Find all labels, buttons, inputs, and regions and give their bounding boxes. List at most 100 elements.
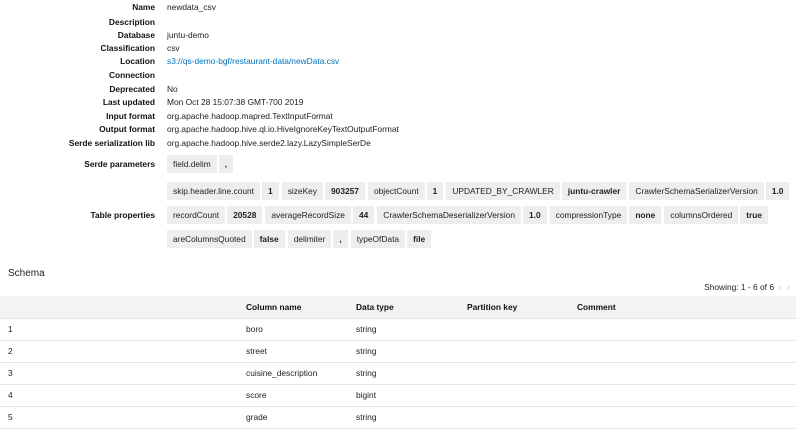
property-key: UPDATED_BY_CRAWLER xyxy=(446,182,560,200)
property-key: averageRecordSize xyxy=(265,206,351,224)
property-key: field.delim xyxy=(167,155,217,173)
property-key: skip.header.line.count xyxy=(167,182,261,200)
schema-table: Column name Data type Partition key Comm… xyxy=(0,296,796,429)
property-value: 1.0 xyxy=(765,182,790,200)
property-tag: compressionType none xyxy=(549,206,662,224)
property-tag: CrawlerSchemaSerializerVersion 1.0 xyxy=(629,182,790,200)
detail-label: Output format xyxy=(99,124,155,134)
property-key: CrawlerSchemaSerializerVersion xyxy=(629,182,764,200)
property-value: true xyxy=(740,206,769,224)
detail-row: Classification csv xyxy=(0,43,800,56)
property-tag: sizeKey 903257 xyxy=(281,182,365,200)
property-key: sizeKey xyxy=(281,182,324,200)
property-tag: field.delim, xyxy=(167,155,234,173)
detail-label: Description xyxy=(108,17,155,27)
table-properties-line: areColumnsQuoted false delimiter, typeOfDat… xyxy=(167,230,434,248)
detail-label: Input format xyxy=(106,111,155,121)
detail-row: Name newdata_csv xyxy=(0,2,800,15)
detail-value: No xyxy=(167,84,178,94)
property-key: CrawlerSchemaDeserializerVersion xyxy=(377,206,522,224)
detail-row: Location s3://qs-demo-bgf/restaurant-data… xyxy=(0,56,800,69)
detail-value: org.apache.hadoop.hive.ql.io.HiveIgnoreK… xyxy=(167,124,399,134)
table-properties-line: skip.header.line.count 1 sizeKey 903257 obje… xyxy=(167,182,792,200)
detail-value: newdata_csv xyxy=(167,2,216,12)
property-tag: areColumnsQuoted false xyxy=(167,230,285,248)
detail-value: org.apache.hadoop.hive.serde2.lazy.LazyS… xyxy=(167,138,371,148)
property-key: delimiter xyxy=(287,230,332,248)
data-type-cell: bigint xyxy=(356,384,467,407)
data-type-cell: string xyxy=(356,362,467,385)
property-tag: UPDATED_BY_CRAWLER juntu-crawler xyxy=(446,182,627,200)
property-value: juntu-crawler xyxy=(561,182,627,200)
showing-count: Showing: 1 - 6 of 6 xyxy=(704,282,774,292)
partition-key-cell xyxy=(467,362,577,385)
property-tag: typeOfData file xyxy=(350,230,432,248)
chevron-right-icon[interactable]: › xyxy=(787,282,790,292)
property-tag: CrawlerSchemaDeserializerVersion 1.0 xyxy=(377,206,547,224)
serde-parameters-list: field.delim, xyxy=(167,155,236,173)
schema-header-row: Column name Data type Partition key Comm… xyxy=(0,296,796,319)
pagination: Showing: 1 - 6 of 6 ‹ › xyxy=(704,282,790,292)
serde-parameters-row: Serde parameters field.delim, xyxy=(0,155,800,173)
property-tag: averageRecordSize 44 xyxy=(265,206,375,224)
row-index-cell: 4 xyxy=(0,384,246,407)
comment-cell xyxy=(577,362,796,385)
chevron-left-icon[interactable]: ‹ xyxy=(779,282,782,292)
property-value: 44 xyxy=(352,206,375,224)
detail-row: Output format org.apache.hadoop.hive.ql.i… xyxy=(0,124,800,137)
detail-label: Last updated xyxy=(102,97,155,107)
detail-value: csv xyxy=(167,43,180,53)
column-name-cell: boro xyxy=(246,318,356,341)
property-value: , xyxy=(218,155,234,173)
property-value: 1 xyxy=(262,182,279,200)
detail-label: Location xyxy=(120,56,155,66)
property-value: , xyxy=(333,230,348,248)
schema-title: Schema xyxy=(8,268,45,279)
detail-value: org.apache.hadoop.mapred.TextInputFormat xyxy=(167,111,333,121)
property-value: file xyxy=(407,230,432,248)
location-link[interactable]: s3://qs-demo-bgf/restaurant-data/newData… xyxy=(167,56,339,66)
header-partition-key[interactable]: Partition key xyxy=(467,296,577,319)
property-value: 1.0 xyxy=(523,206,547,224)
comment-cell xyxy=(577,384,796,407)
header-comment[interactable]: Comment xyxy=(577,296,796,319)
property-key: columnsOrdered xyxy=(664,206,739,224)
table-row[interactable]: 2 street string xyxy=(0,340,796,363)
property-key: recordCount xyxy=(167,206,226,224)
header-index xyxy=(0,296,246,319)
property-tag: delimiter, xyxy=(287,230,348,248)
serde-parameters-label: Serde parameters xyxy=(84,159,155,169)
data-type-cell: string xyxy=(356,318,467,341)
detail-row: Last updated Mon Oct 28 15:07:38 GMT-700 … xyxy=(0,97,800,110)
row-index-cell: 2 xyxy=(0,340,246,363)
data-type-cell: string xyxy=(356,340,467,363)
column-name-cell: score xyxy=(246,384,356,407)
detail-label: Serde serialization lib xyxy=(68,138,155,148)
property-value: none xyxy=(629,206,662,224)
comment-cell xyxy=(577,340,796,363)
detail-label: Classification xyxy=(100,43,155,53)
column-name-cell: street xyxy=(246,340,356,363)
detail-label: Deprecated xyxy=(109,84,155,94)
property-tag: objectCount 1 xyxy=(367,182,444,200)
detail-row: Database juntu-demo xyxy=(0,30,800,43)
table-properties-line: recordCount 20528 averageRecordSize 44 Crawl… xyxy=(167,206,771,224)
property-key: areColumnsQuoted xyxy=(167,230,252,248)
property-key: objectCount xyxy=(367,182,425,200)
detail-label: Connection xyxy=(108,70,155,80)
detail-row: Deprecated No xyxy=(0,84,800,97)
table-row[interactable]: 3 cuisine_description string xyxy=(0,362,796,385)
property-value: 903257 xyxy=(325,182,365,200)
detail-value: Mon Oct 28 15:07:38 GMT-700 2019 xyxy=(167,97,304,107)
header-column-name[interactable]: Column name xyxy=(246,296,356,319)
table-row[interactable]: 4 score bigint xyxy=(0,384,796,407)
row-index-cell: 3 xyxy=(0,362,246,385)
header-data-type[interactable]: Data type xyxy=(356,296,467,319)
detail-label: Database xyxy=(117,30,155,40)
table-properties-row: Table properties skip.header.line.count 1… xyxy=(0,180,800,250)
property-tag: columnsOrdered true xyxy=(664,206,769,224)
table-row[interactable]: 1 boro string xyxy=(0,318,796,341)
partition-key-cell xyxy=(467,340,577,363)
property-value: false xyxy=(253,230,285,248)
property-tag: skip.header.line.count 1 xyxy=(167,182,279,200)
